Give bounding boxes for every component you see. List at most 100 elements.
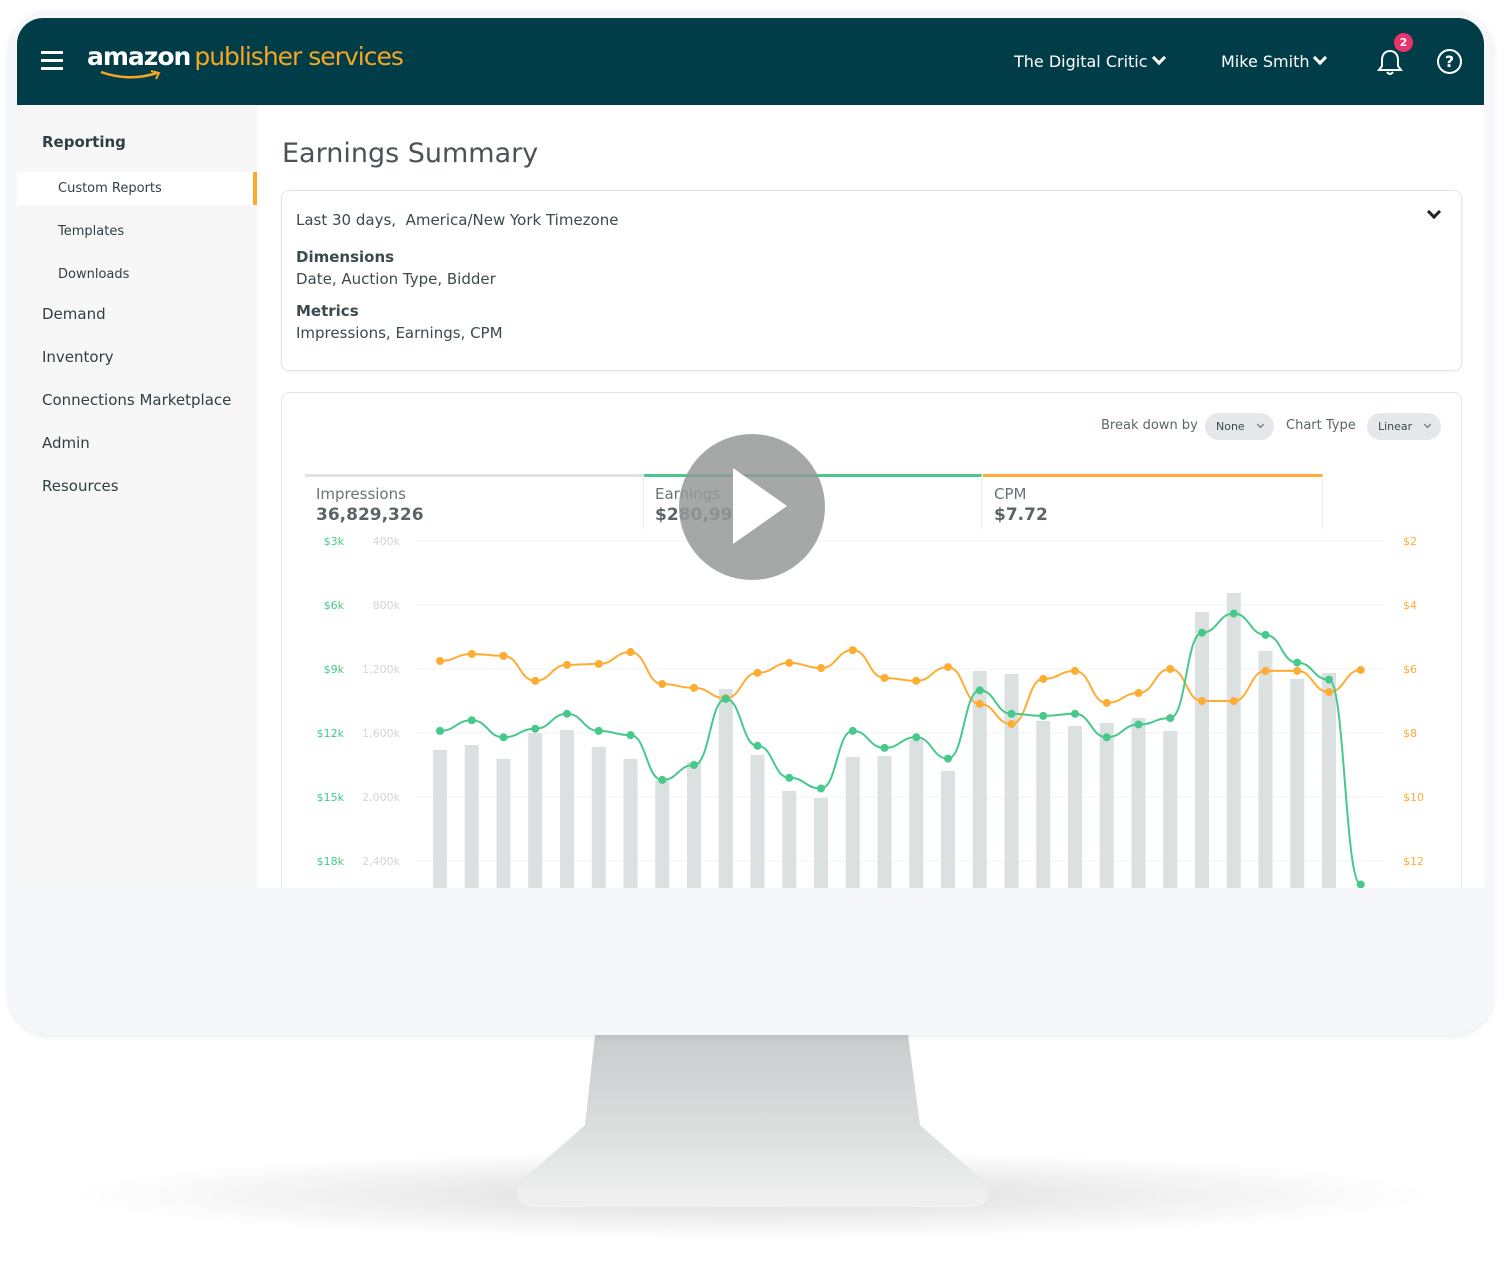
earnings-tick-label: $6k (324, 599, 345, 612)
earnings-point (499, 733, 508, 742)
earnings-point (753, 741, 762, 750)
earnings-point (1134, 720, 1143, 729)
earnings-point (1229, 609, 1238, 618)
cpm-point (531, 676, 540, 685)
impressions-bar (1195, 612, 1209, 888)
cpm-point (467, 649, 476, 658)
earnings-point (1166, 714, 1175, 723)
earnings-point (626, 731, 635, 740)
impressions-bar (623, 758, 638, 888)
impressions-bar (1004, 673, 1019, 888)
earnings-point (436, 726, 444, 735)
impressions-tick-label: 800k (373, 599, 401, 612)
impressions-bar (909, 740, 924, 888)
impressions-bar (528, 733, 543, 888)
impressions-bar (687, 761, 701, 888)
impressions-bar (814, 797, 828, 888)
cpm-tick-label: $6 (1403, 663, 1417, 676)
cpm-point (1198, 697, 1206, 705)
impressions-bar (1036, 721, 1051, 888)
cpm-point (690, 683, 698, 692)
cpm-point (1071, 666, 1079, 675)
impressions-bar (591, 746, 606, 888)
earnings-point (690, 761, 698, 769)
impressions-bar (464, 745, 479, 888)
earnings-point (1293, 658, 1302, 667)
cpm-tick-label: $10 (1403, 791, 1424, 804)
cpm-point (944, 663, 952, 672)
impressions-tick-label: 2,400k (362, 855, 400, 868)
cpm-tick-label: $8 (1403, 727, 1417, 740)
cpm-line (439, 649, 1361, 726)
cpm-point (1356, 665, 1365, 674)
impressions-bar (1163, 730, 1178, 888)
cpm-point (785, 658, 794, 667)
earnings-point (785, 773, 794, 782)
impressions-bar (1290, 678, 1305, 888)
earnings-tick-label: $3k (324, 535, 345, 548)
cpm-point (912, 676, 921, 685)
impressions-bar (1226, 593, 1241, 888)
earnings-point (1039, 711, 1048, 720)
play-video-button[interactable] (679, 434, 825, 580)
impressions-bar (1258, 650, 1273, 888)
cpm-point (1007, 720, 1016, 729)
earnings-tick-label: $18k (317, 855, 345, 868)
earnings-point (658, 775, 667, 784)
earnings-point (1102, 733, 1111, 742)
impressions-tick-label: 1,600k (362, 727, 400, 740)
earnings-tick-label: $15k (317, 791, 345, 804)
impressions-bar (718, 689, 733, 888)
cpm-point (1325, 688, 1333, 697)
impressions-bar (750, 754, 765, 888)
cpm-point (1039, 674, 1048, 683)
cpm-point (1102, 698, 1111, 707)
cpm-point (753, 668, 762, 677)
cpm-tick-label: $12 (1403, 855, 1424, 868)
earnings-tick-label: $12k (317, 727, 345, 740)
impressions-bar (845, 757, 860, 888)
impressions-bar (1068, 725, 1082, 888)
play-icon (733, 468, 787, 544)
earnings-line (439, 612, 1362, 886)
cpm-point (563, 660, 571, 669)
earnings-point (975, 686, 984, 695)
earnings-point (817, 784, 825, 793)
earnings-point (1261, 630, 1270, 639)
impressions-bar (782, 790, 797, 888)
earnings-point (721, 694, 730, 703)
earnings-point (880, 743, 889, 752)
cpm-point (848, 646, 857, 655)
cpm-point (499, 651, 508, 660)
cpm-point (1134, 689, 1143, 697)
earnings-point (594, 726, 603, 735)
earnings-point (563, 709, 571, 718)
cpm-point (658, 680, 667, 689)
cpm-point (1166, 665, 1175, 673)
impressions-bar (941, 770, 955, 888)
cpm-point (436, 657, 444, 665)
monitor-stand (516, 1035, 989, 1207)
earnings-point (1198, 628, 1206, 637)
cpm-point (975, 699, 984, 708)
earnings-point (467, 716, 476, 725)
impressions-bar (496, 758, 511, 888)
impressions-tick-label: 1,200k (362, 663, 400, 676)
earnings-point (912, 733, 921, 742)
cpm-point (880, 673, 889, 682)
impressions-bar (1099, 722, 1114, 888)
impressions-bar (1322, 673, 1336, 888)
earnings-point (1007, 709, 1016, 718)
cpm-point (626, 648, 635, 657)
cpm-point (1229, 697, 1238, 705)
cpm-point (1293, 666, 1302, 675)
impressions-bar (433, 749, 447, 888)
impressions-bar (877, 756, 892, 888)
impressions-bar (655, 780, 670, 888)
impressions-tick-label: 400k (373, 535, 401, 548)
cpm-point (817, 664, 825, 673)
earnings-point (848, 726, 857, 735)
earnings-point (1325, 675, 1333, 684)
impressions-bar (560, 729, 574, 888)
app-screen: amazon publisher services The Digital Cri… (17, 18, 1484, 888)
